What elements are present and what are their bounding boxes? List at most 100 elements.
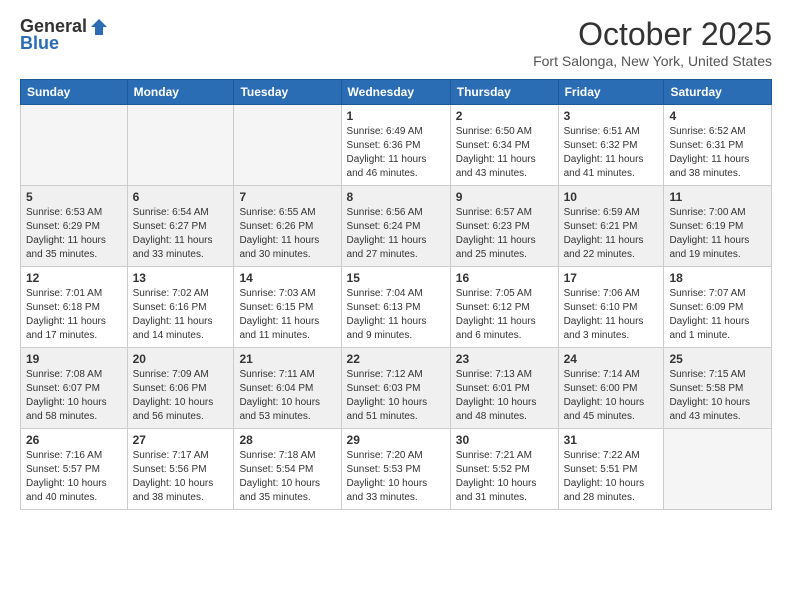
day-number: 17 xyxy=(564,271,659,285)
location: Fort Salonga, New York, United States xyxy=(533,53,772,69)
calendar-week-row: 1Sunrise: 6:49 AM Sunset: 6:36 PM Daylig… xyxy=(21,105,772,186)
day-number: 14 xyxy=(239,271,335,285)
table-row: 17 Sunrise: 7:06 AM Sunset: 6:10 PM Dayli… xyxy=(558,267,664,348)
day-number: 8 xyxy=(347,190,445,204)
day-number: 22 xyxy=(347,352,445,366)
col-thursday: Thursday xyxy=(450,80,558,105)
table-row xyxy=(21,105,128,186)
table-row: 19 Sunrise: 7:08 AM Sunset: 6:07 PM Dayli… xyxy=(21,348,128,429)
table-row: 25 Sunrise: 7:15 AM Sunset: 5:58 PM Dayli… xyxy=(664,348,772,429)
table-row: 30 Sunrise: 7:21 AM Sunset: 5:52 PM Dayli… xyxy=(450,429,558,510)
day-info: Sunrise: 7:06 AM Sunset: 6:10 PM Dayligh… xyxy=(564,287,659,343)
day-info: Sunrise: 6:50 AM Sunset: 6:34 PM Dayligh… xyxy=(456,125,553,181)
table-row: 10 Sunrise: 6:59 AM Sunset: 6:21 PM Dayli… xyxy=(558,186,664,267)
calendar-week-row: 12Sunrise: 7:01 AM Sunset: 6:18 PM Dayli… xyxy=(21,267,772,348)
table-row: 11 Sunrise: 7:00 AM Sunset: 6:19 PM Dayli… xyxy=(664,186,772,267)
day-info: Sunrise: 7:17 AM Sunset: 5:56 PM Dayligh… xyxy=(133,449,229,505)
day-info: Sunrise: 7:20 AM Sunset: 5:53 PM Dayligh… xyxy=(347,449,445,505)
table-row xyxy=(234,105,341,186)
table-row: 7 Sunrise: 6:55 AM Sunset: 6:26 PM Daylig… xyxy=(234,186,341,267)
day-number: 18 xyxy=(669,271,766,285)
day-number: 2 xyxy=(456,109,553,123)
table-row: 9 Sunrise: 6:57 AM Sunset: 6:23 PM Daylig… xyxy=(450,186,558,267)
col-saturday: Saturday xyxy=(664,80,772,105)
table-row xyxy=(127,105,234,186)
table-row: 2 Sunrise: 6:50 AM Sunset: 6:34 PM Daylig… xyxy=(450,105,558,186)
table-row: 24Sunrise: 7:14 AM Sunset: 6:00 PM Dayli… xyxy=(558,348,664,429)
day-info: Sunrise: 6:59 AM Sunset: 6:21 PM Dayligh… xyxy=(564,206,659,262)
day-number: 25 xyxy=(669,352,766,366)
day-info: Sunrise: 7:21 AM Sunset: 5:52 PM Dayligh… xyxy=(456,449,553,505)
day-info: Sunrise: 7:22 AM Sunset: 5:51 PM Dayligh… xyxy=(564,449,659,505)
day-info: Sunrise: 7:13 AM Sunset: 6:01 PM Dayligh… xyxy=(456,368,553,424)
day-info: Sunrise: 7:04 AM Sunset: 6:13 PM Dayligh… xyxy=(347,287,445,343)
table-row: 28Sunrise: 7:18 AM Sunset: 5:54 PM Dayli… xyxy=(234,429,341,510)
calendar-week-row: 19 Sunrise: 7:08 AM Sunset: 6:07 PM Dayli… xyxy=(21,348,772,429)
table-row: 27 Sunrise: 7:17 AM Sunset: 5:56 PM Dayli… xyxy=(127,429,234,510)
day-info: Sunrise: 7:14 AM Sunset: 6:00 PM Dayligh… xyxy=(564,368,659,424)
day-number: 11 xyxy=(669,190,766,204)
day-number: 26 xyxy=(26,433,122,447)
table-row: 1Sunrise: 6:49 AM Sunset: 6:36 PM Daylig… xyxy=(341,105,450,186)
table-row: 26 Sunrise: 7:16 AM Sunset: 5:57 PM Dayli… xyxy=(21,429,128,510)
day-number: 21 xyxy=(239,352,335,366)
day-info: Sunrise: 7:11 AM Sunset: 6:04 PM Dayligh… xyxy=(239,368,335,424)
day-number: 1 xyxy=(347,109,445,123)
day-number: 19 xyxy=(26,352,122,366)
day-info: Sunrise: 6:52 AM Sunset: 6:31 PM Dayligh… xyxy=(669,125,766,181)
day-number: 27 xyxy=(133,433,229,447)
table-row: 12Sunrise: 7:01 AM Sunset: 6:18 PM Dayli… xyxy=(21,267,128,348)
logo-icon xyxy=(89,17,109,37)
day-info: Sunrise: 7:05 AM Sunset: 6:12 PM Dayligh… xyxy=(456,287,553,343)
day-number: 23 xyxy=(456,352,553,366)
table-row: 6Sunrise: 6:54 AM Sunset: 6:27 PM Daylig… xyxy=(127,186,234,267)
calendar-week-row: 5 Sunrise: 6:53 AM Sunset: 6:29 PM Daylig… xyxy=(21,186,772,267)
day-info: Sunrise: 7:08 AM Sunset: 6:07 PM Dayligh… xyxy=(26,368,122,424)
table-row: 5 Sunrise: 6:53 AM Sunset: 6:29 PM Daylig… xyxy=(21,186,128,267)
day-number: 10 xyxy=(564,190,659,204)
day-number: 30 xyxy=(456,433,553,447)
day-number: 5 xyxy=(26,190,122,204)
day-number: 4 xyxy=(669,109,766,123)
table-row: 21 Sunrise: 7:11 AM Sunset: 6:04 PM Dayli… xyxy=(234,348,341,429)
calendar-header-row: Sunday Monday Tuesday Wednesday Thursday… xyxy=(21,80,772,105)
month-title: October 2025 xyxy=(533,16,772,53)
col-sunday: Sunday xyxy=(21,80,128,105)
title-block: October 2025 Fort Salonga, New York, Uni… xyxy=(533,16,772,69)
day-number: 31 xyxy=(564,433,659,447)
day-number: 9 xyxy=(456,190,553,204)
day-number: 7 xyxy=(239,190,335,204)
day-info: Sunrise: 7:00 AM Sunset: 6:19 PM Dayligh… xyxy=(669,206,766,262)
table-row: 16Sunrise: 7:05 AM Sunset: 6:12 PM Dayli… xyxy=(450,267,558,348)
table-row: 22 Sunrise: 7:12 AM Sunset: 6:03 PM Dayli… xyxy=(341,348,450,429)
day-number: 20 xyxy=(133,352,229,366)
table-row: 8 Sunrise: 6:56 AM Sunset: 6:24 PM Daylig… xyxy=(341,186,450,267)
day-info: Sunrise: 7:15 AM Sunset: 5:58 PM Dayligh… xyxy=(669,368,766,424)
table-row: 4 Sunrise: 6:52 AM Sunset: 6:31 PM Daylig… xyxy=(664,105,772,186)
day-info: Sunrise: 6:57 AM Sunset: 6:23 PM Dayligh… xyxy=(456,206,553,262)
day-info: Sunrise: 6:54 AM Sunset: 6:27 PM Dayligh… xyxy=(133,206,229,262)
table-row: 18 Sunrise: 7:07 AM Sunset: 6:09 PM Dayli… xyxy=(664,267,772,348)
day-number: 13 xyxy=(133,271,229,285)
col-friday: Friday xyxy=(558,80,664,105)
day-info: Sunrise: 7:16 AM Sunset: 5:57 PM Dayligh… xyxy=(26,449,122,505)
table-row: 14 Sunrise: 7:03 AM Sunset: 6:15 PM Dayli… xyxy=(234,267,341,348)
table-row: 20 Sunrise: 7:09 AM Sunset: 6:06 PM Dayli… xyxy=(127,348,234,429)
calendar: Sunday Monday Tuesday Wednesday Thursday… xyxy=(20,79,772,510)
day-info: Sunrise: 7:12 AM Sunset: 6:03 PM Dayligh… xyxy=(347,368,445,424)
day-info: Sunrise: 7:09 AM Sunset: 6:06 PM Dayligh… xyxy=(133,368,229,424)
col-wednesday: Wednesday xyxy=(341,80,450,105)
table-row: 3Sunrise: 6:51 AM Sunset: 6:32 PM Daylig… xyxy=(558,105,664,186)
day-info: Sunrise: 7:18 AM Sunset: 5:54 PM Dayligh… xyxy=(239,449,335,505)
day-number: 12 xyxy=(26,271,122,285)
day-info: Sunrise: 6:53 AM Sunset: 6:29 PM Dayligh… xyxy=(26,206,122,262)
table-row: 31 Sunrise: 7:22 AM Sunset: 5:51 PM Dayli… xyxy=(558,429,664,510)
header: General Blue October 2025 Fort Salonga, … xyxy=(20,16,772,69)
table-row: 23 Sunrise: 7:13 AM Sunset: 6:01 PM Dayli… xyxy=(450,348,558,429)
day-info: Sunrise: 7:07 AM Sunset: 6:09 PM Dayligh… xyxy=(669,287,766,343)
day-info: Sunrise: 7:03 AM Sunset: 6:15 PM Dayligh… xyxy=(239,287,335,343)
day-info: Sunrise: 7:02 AM Sunset: 6:16 PM Dayligh… xyxy=(133,287,229,343)
day-info: Sunrise: 6:51 AM Sunset: 6:32 PM Dayligh… xyxy=(564,125,659,181)
day-info: Sunrise: 6:55 AM Sunset: 6:26 PM Dayligh… xyxy=(239,206,335,262)
day-info: Sunrise: 6:56 AM Sunset: 6:24 PM Dayligh… xyxy=(347,206,445,262)
